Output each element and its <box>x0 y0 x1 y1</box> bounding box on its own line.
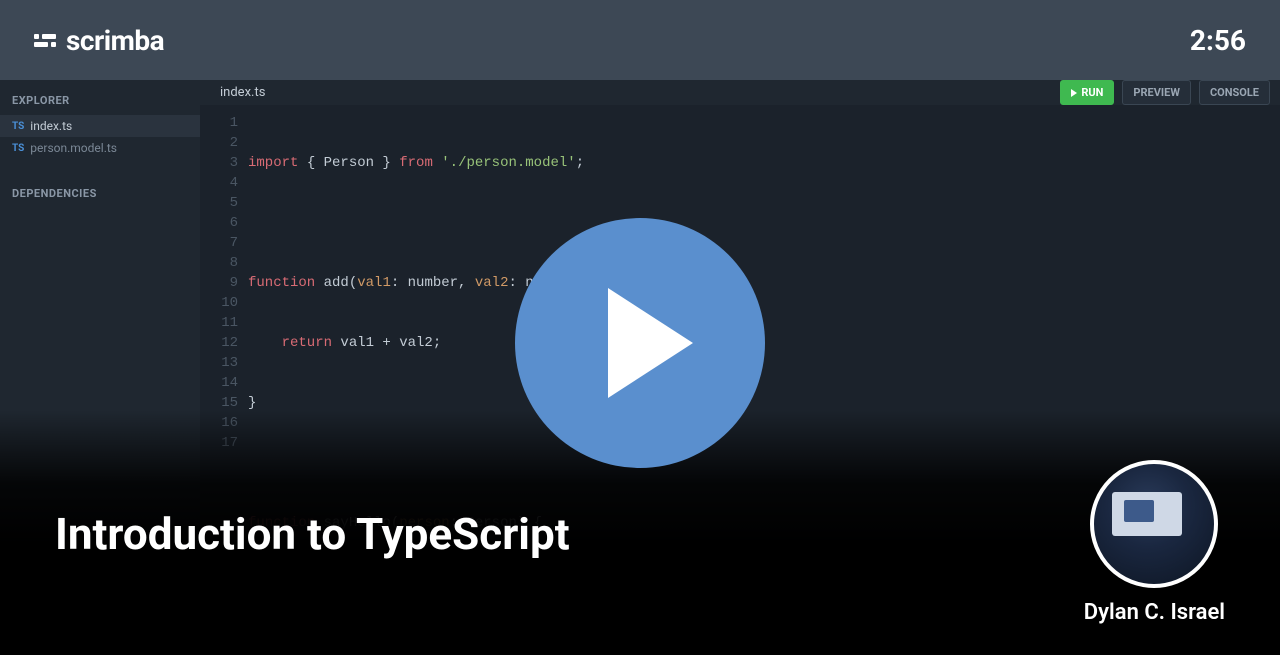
lesson-title: Introduction to TypeScript <box>55 508 570 560</box>
run-button[interactable]: RUN <box>1060 80 1114 105</box>
line-gutter: 1234567891011121314151617 <box>200 113 248 655</box>
video-duration: 2:56 <box>1190 24 1246 57</box>
file-item-index[interactable]: TS index.ts <box>0 115 200 137</box>
play-icon <box>608 288 693 398</box>
active-tab[interactable]: index.ts <box>220 85 265 100</box>
sidebar: EXPLORER TS index.ts TS person.model.ts … <box>0 80 200 655</box>
play-icon <box>1071 89 1077 97</box>
toolbar-buttons: RUN PREVIEW CONSOLE <box>1060 80 1270 105</box>
author-name: Dylan C. Israel <box>1084 600 1225 625</box>
ts-icon: TS <box>12 121 24 132</box>
brand-name: scrimba <box>66 24 164 57</box>
console-button[interactable]: CONSOLE <box>1199 80 1270 105</box>
app-header: scrimba 2:56 <box>0 0 1280 80</box>
run-label: RUN <box>1081 86 1103 99</box>
preview-button[interactable]: PREVIEW <box>1122 80 1191 105</box>
play-button[interactable] <box>515 218 765 468</box>
author-avatar[interactable] <box>1090 460 1218 588</box>
file-item-person-model[interactable]: TS person.model.ts <box>0 137 200 159</box>
file-name: person.model.ts <box>30 141 117 155</box>
editor-toolbar: index.ts RUN PREVIEW CONSOLE <box>200 80 1280 105</box>
ts-icon: TS <box>12 143 24 154</box>
brand-icon <box>34 34 56 47</box>
explorer-heading: EXPLORER <box>0 80 200 115</box>
author-block: Dylan C. Israel <box>1084 460 1225 625</box>
file-name: index.ts <box>30 119 72 133</box>
workspace: EXPLORER TS index.ts TS person.model.ts … <box>0 80 1280 655</box>
dependencies-heading: DEPENDENCIES <box>0 173 200 208</box>
brand-logo[interactable]: scrimba <box>34 24 164 57</box>
